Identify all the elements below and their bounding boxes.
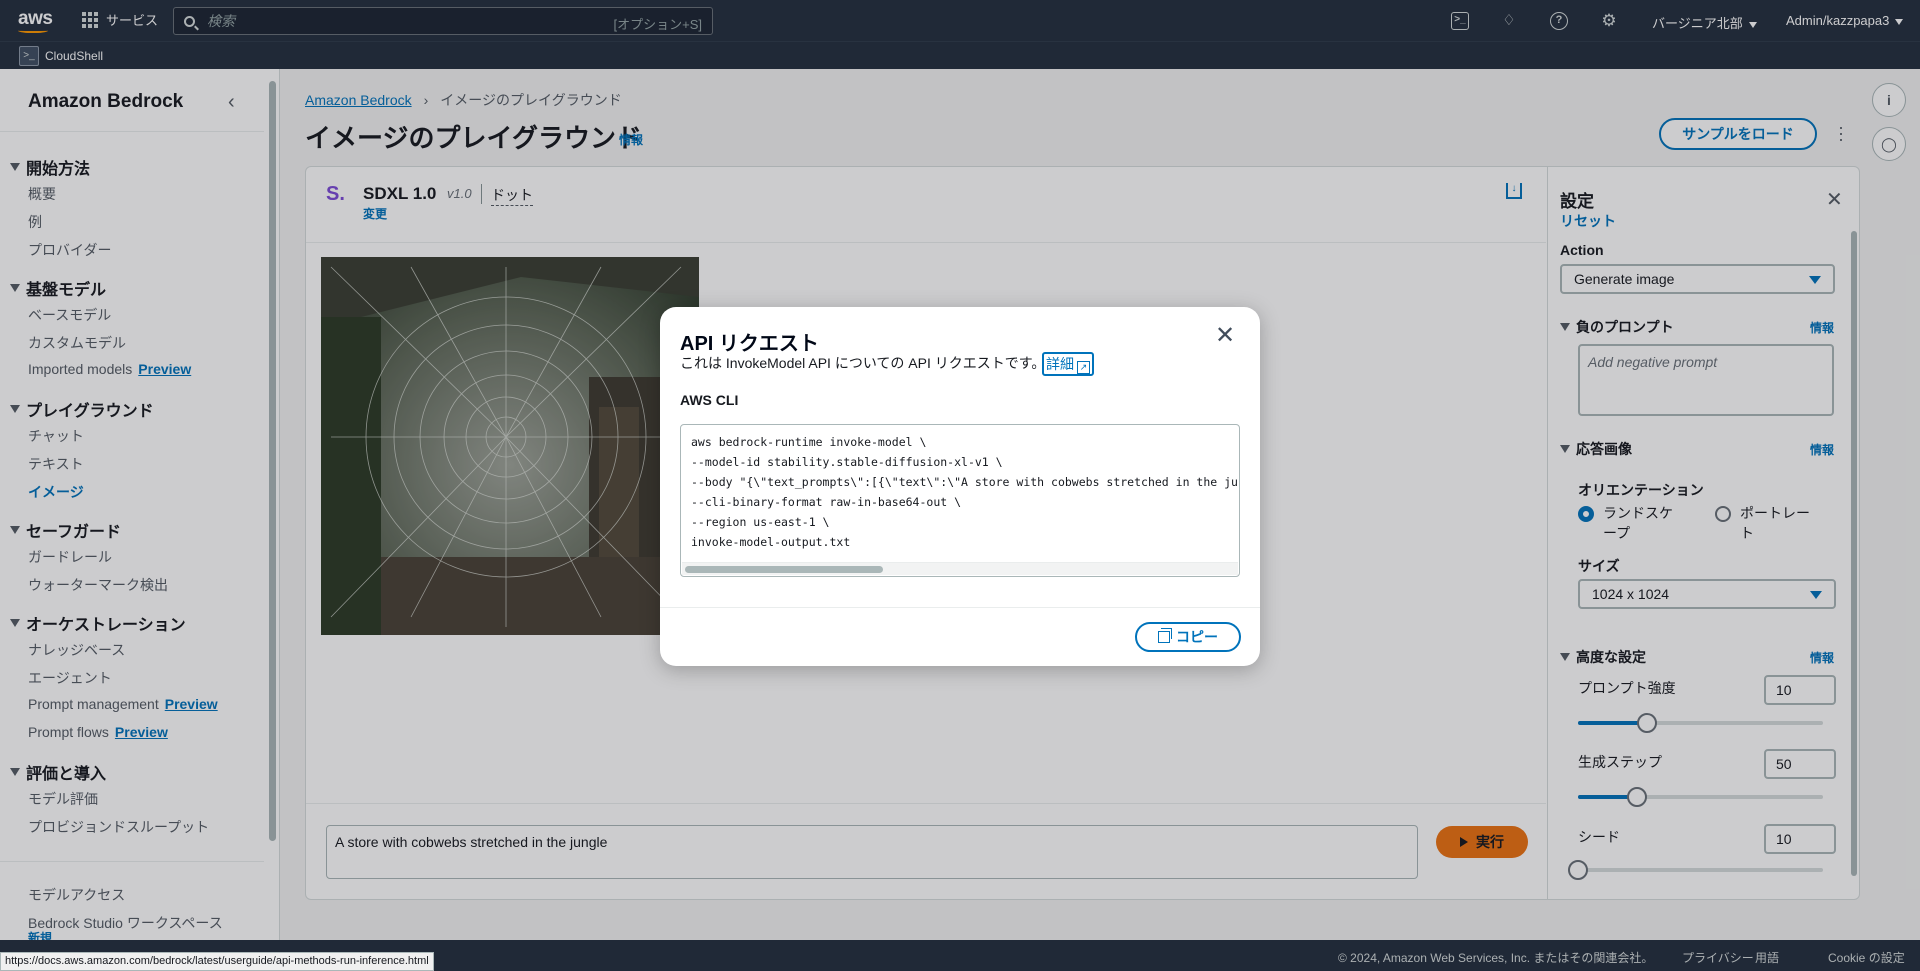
external-link-icon: ↗	[1077, 361, 1090, 374]
copy-icon	[1158, 628, 1172, 643]
copy-button[interactable]: コピー	[1135, 622, 1241, 652]
api-request-modal: API リクエスト ✕ これは InvokeModel API についての AP…	[660, 307, 1260, 666]
code-line: aws bedrock-runtime invoke-model \	[691, 435, 927, 449]
close-icon[interactable]: ✕	[1215, 321, 1235, 350]
divider	[660, 607, 1260, 608]
code-block[interactable]: aws bedrock-runtime invoke-model \ --mod…	[680, 424, 1240, 577]
code-line: --cli-binary-format raw-in-base64-out \	[691, 495, 962, 509]
status-bar-url: https://docs.aws.amazon.com/bedrock/late…	[0, 952, 434, 971]
detail-link[interactable]: 詳細 ↗	[1042, 352, 1094, 376]
code-line: invoke-model-output.txt	[691, 535, 851, 549]
horizontal-scrollbar[interactable]	[682, 562, 1238, 575]
modal-description: これは InvokeModel API についての API リクエストです。	[680, 355, 1046, 371]
aws-cli-heading: AWS CLI	[680, 392, 739, 408]
scrollbar-thumb[interactable]	[685, 566, 883, 573]
code-line: --region us-east-1 \	[691, 515, 830, 529]
code-line: --model-id stability.stable-diffusion-xl…	[691, 455, 1003, 469]
code-line: --body "{\"text_prompts\":[{\"text\":\"A…	[691, 475, 1238, 489]
modal-title: API リクエスト	[680, 333, 819, 355]
